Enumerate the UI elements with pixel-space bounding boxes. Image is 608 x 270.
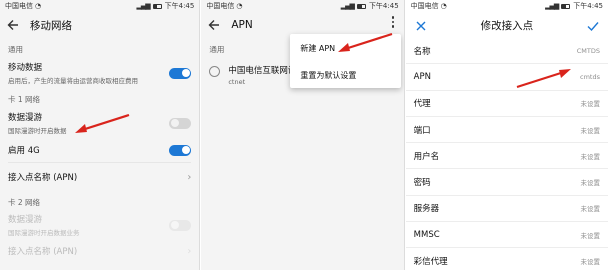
section-header-sim1: 卡 1 网络 — [8, 95, 41, 104]
field-label: 密码 — [413, 178, 431, 189]
signal-icon: ▂▄▆ — [340, 2, 355, 10]
roaming-desc-sim2: 国际漫游时开启数据业务 — [8, 229, 80, 237]
check-icon[interactable] — [586, 18, 600, 32]
enable-4g-row[interactable]: 启用 4G — [0, 138, 200, 162]
status-right: ▂▄▆ 下午4:45 — [341, 1, 399, 11]
status-bar: 中国电信 ◔ ▂▄▆ 下午4:45 — [405, 0, 608, 12]
section-header-sim2: 卡 2 网络 — [8, 198, 41, 207]
field-mms-proxy[interactable]: 彩信代理 未设置 — [406, 248, 608, 270]
enable-4g-toggle[interactable] — [169, 144, 192, 156]
status-left: 中国电信 ◔ — [5, 1, 41, 11]
page-title: APN — [231, 19, 253, 31]
apn-label-sim2: 接入点名称 (APN) — [8, 247, 78, 257]
back-arrow-icon[interactable] — [207, 18, 221, 32]
back-arrow-icon[interactable] — [6, 18, 20, 32]
menu-item-reset-default[interactable]: 重置为默认设置 — [290, 61, 401, 88]
field-value: 未设置 — [580, 126, 601, 135]
wifi-icon: ◔ — [236, 2, 242, 10]
field-label: 用户名 — [413, 151, 440, 162]
signal-icon: ▂▄▆ — [545, 2, 559, 10]
close-icon[interactable] — [414, 18, 428, 32]
signal-icon: ▂▄▆ — [136, 2, 150, 10]
status-bar: 中国电信 ◔ ▂▄▆ 下午4:45 — [0, 0, 200, 12]
carrier-label: 中国电信 — [5, 2, 33, 10]
field-value: cmtds — [580, 72, 600, 81]
field-mmsc[interactable]: MMSC 未设置 — [405, 222, 608, 249]
apn-item-name: 中国电信互联网设 — [228, 66, 297, 76]
mobile-data-row[interactable]: 移动数据 启用后，产生的流量将由运营商收取相应费用 — [0, 58, 200, 88]
field-value: 未设置 — [580, 179, 601, 188]
field-proxy[interactable]: 代理 未设置 — [405, 91, 608, 117]
section-header-general: 通用 — [8, 45, 23, 54]
page-title: 修改接入点 — [480, 19, 534, 32]
field-label: 端口 — [413, 125, 431, 136]
apn-radio[interactable] — [209, 66, 221, 77]
field-password[interactable]: 密码 未设置 — [405, 169, 608, 196]
status-time: 下午4:45 — [573, 2, 603, 10]
page-title: 移动网络 — [30, 19, 72, 32]
edit-apn-screen: 中国电信 ◔ ▂▄▆ 下午4:45 修改接入点 名称 CMTDS APN cmtds… — [405, 0, 608, 270]
field-label: 代理 — [413, 99, 431, 110]
roaming-row-sim1[interactable]: 数据漫游 国际漫游时开启数据 — [0, 108, 200, 138]
menu-item-new-apn[interactable]: 新建 APN — [290, 34, 401, 61]
apn-row-sim2[interactable]: 接入点名称 (APN) › — [0, 239, 200, 263]
field-port[interactable]: 端口 未设置 — [405, 117, 608, 144]
carrier-label: 中国电信 — [206, 2, 235, 10]
field-apn[interactable]: APN cmtds — [405, 64, 608, 91]
field-value: CMTDS — [576, 46, 600, 55]
roaming-label-sim2: 数据漫游 — [8, 215, 43, 225]
apn-row-sim1[interactable]: 接入点名称 (APN) › — [0, 163, 200, 191]
field-value: 未设置 — [580, 231, 601, 240]
roaming-desc: 国际漫游时开启数据 — [8, 127, 67, 135]
field-value: 未设置 — [580, 258, 601, 267]
apn-item-sub: ctnet — [228, 78, 246, 86]
app-bar: 修改接入点 — [405, 12, 608, 38]
field-label: 服务器 — [413, 204, 440, 215]
wifi-icon: ◔ — [35, 2, 41, 10]
chevron-right-icon: › — [187, 245, 192, 257]
apn-list-screen: 中国电信 ◔ ▂▄▆ 下午4:45 APN 通用 中国电信互联网设 ctnet — [201, 0, 404, 270]
status-left: 中国电信 ◔ — [206, 1, 242, 11]
status-left: 中国电信 ◔ — [410, 1, 447, 11]
mobile-data-label: 移动数据 — [8, 63, 43, 73]
field-label: APN — [413, 71, 431, 82]
roaming-toggle-sim2[interactable] — [169, 219, 192, 231]
status-right: ▂▄▆ 下午4:45 — [545, 1, 603, 11]
field-server[interactable]: 服务器 未设置 — [405, 196, 608, 223]
field-value: 未设置 — [580, 152, 601, 161]
field-label: 名称 — [413, 46, 431, 57]
roaming-label: 数据漫游 — [8, 113, 43, 123]
wifi-icon: ◔ — [440, 2, 447, 10]
more-vertical-icon[interactable] — [391, 16, 396, 28]
field-label: 彩信代理 — [413, 257, 448, 268]
battery-icon — [152, 3, 162, 9]
status-right: ▂▄▆ 下午4:45 — [136, 1, 194, 11]
carrier-label: 中国电信 — [410, 2, 439, 10]
screenshot-root: 中国电信 ◔ ▂▄▆ 下午4:45 移动网络 通用 移动数据 启用后，产生的流量… — [0, 0, 608, 270]
chevron-right-icon: › — [187, 171, 192, 183]
status-time: 下午4:45 — [368, 2, 399, 10]
roaming-row-sim2[interactable]: 数据漫游 国际漫游时开启数据业务 — [0, 211, 200, 239]
field-name[interactable]: 名称 CMTDS — [405, 38, 608, 65]
enable-4g-label: 启用 4G — [8, 146, 40, 156]
battery-icon — [356, 3, 366, 9]
apn-label-sim1: 接入点名称 (APN) — [8, 173, 78, 183]
overflow-menu: 新建 APN 重置为默认设置 — [290, 34, 402, 88]
field-label: MMSC — [413, 229, 440, 240]
field-value: 未设置 — [580, 100, 601, 109]
panel-divider — [199, 0, 201, 270]
app-bar: 移动网络 — [0, 12, 199, 38]
battery-icon — [561, 3, 571, 9]
roaming-toggle-sim1[interactable] — [169, 117, 192, 129]
mobile-data-desc: 启用后，产生的流量将由运营商收取相应费用 — [8, 77, 138, 85]
field-value: 未设置 — [580, 205, 601, 214]
status-bar: 中国电信 ◔ ▂▄▆ 下午4:45 — [201, 0, 404, 12]
mobile-network-screen: 中国电信 ◔ ▂▄▆ 下午4:45 移动网络 通用 移动数据 启用后，产生的流量… — [0, 0, 200, 270]
panel-divider — [403, 0, 405, 270]
mobile-data-toggle[interactable] — [169, 67, 192, 79]
apn-fields-list: 名称 CMTDS APN cmtds 代理 未设置 端口 未设置 用户名 未设置 密码 未设… — [405, 38, 608, 270]
field-username[interactable]: 用户名 未设置 — [405, 143, 608, 170]
status-time: 下午4:45 — [164, 2, 195, 10]
